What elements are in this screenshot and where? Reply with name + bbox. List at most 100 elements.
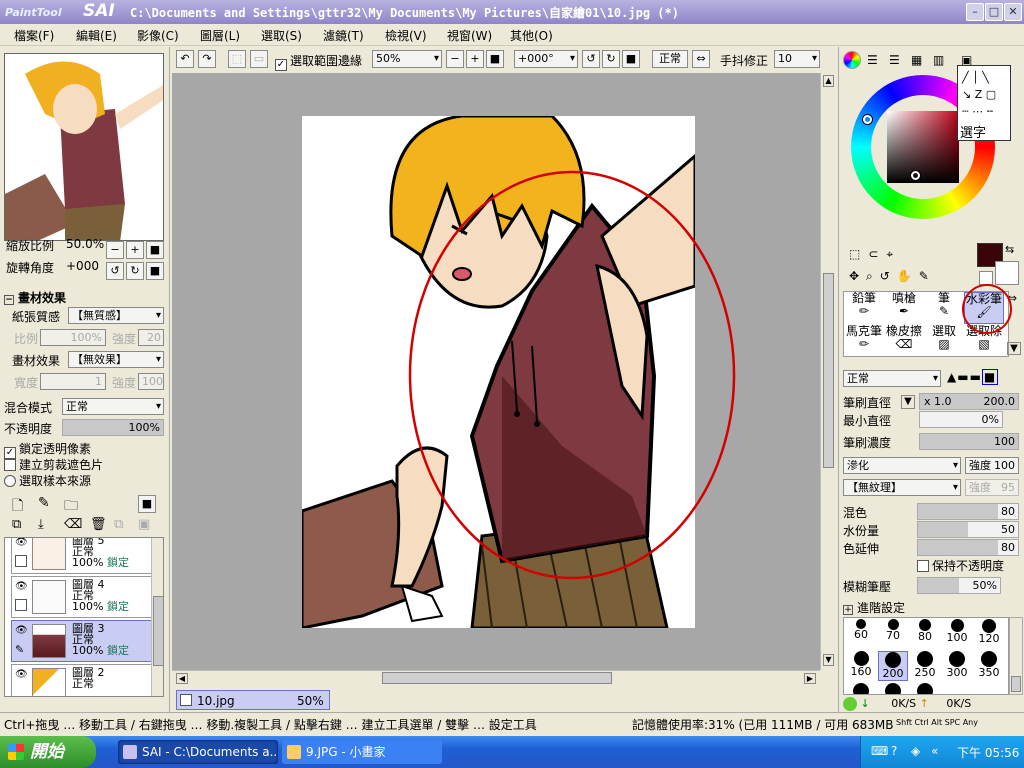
clear-layer-icon[interactable]: ⌫ bbox=[64, 517, 82, 532]
maximize-button[interactable]: □ bbox=[985, 3, 1003, 21]
brush-size-preset[interactable]: 200 bbox=[878, 651, 908, 681]
brush-size-preset[interactable]: 60 bbox=[846, 619, 876, 649]
brush-size-preset[interactable]: 160 bbox=[846, 651, 876, 681]
menu-edit[interactable]: 編輯(E) bbox=[76, 27, 117, 44]
brush-size-preset[interactable]: 250 bbox=[910, 651, 940, 681]
effect-strength-field[interactable]: 100 bbox=[138, 373, 164, 390]
new-folder-icon[interactable]: 🗀 bbox=[64, 495, 78, 519]
rotate-reset-button[interactable]: ■ bbox=[622, 50, 640, 68]
navigator-thumbnail[interactable] bbox=[4, 53, 164, 241]
layer-panel-toggle-button[interactable]: ■ bbox=[138, 495, 156, 513]
delete-layer-icon[interactable]: 🗑 bbox=[90, 517, 107, 532]
width-field[interactable]: 1 bbox=[40, 373, 106, 390]
texture-strength-field[interactable]: 強度 95 bbox=[965, 479, 1019, 496]
blur-strength-field[interactable]: 強度 100 bbox=[965, 457, 1019, 474]
zoom-select[interactable]: 50% bbox=[372, 50, 442, 68]
menu-file[interactable]: 檔案(F) bbox=[14, 27, 54, 44]
layer-list-scrollbar[interactable] bbox=[151, 538, 163, 696]
redo-button[interactable]: ↷ bbox=[198, 50, 216, 68]
nav-zoom-in-button[interactable]: + bbox=[126, 241, 144, 259]
nav-zoom-reset-button[interactable]: ■ bbox=[146, 241, 164, 259]
brush-density-slider[interactable]: 100 bbox=[919, 433, 1019, 450]
menu-layer[interactable]: 圖層(L) bbox=[200, 27, 240, 44]
hscroll-left-arrow-icon[interactable]: ◀ bbox=[176, 673, 188, 684]
layer4-visibility-eye-icon[interactable]: 👁 bbox=[15, 581, 28, 592]
minimize-button[interactable]: – bbox=[966, 3, 984, 21]
tray-expand-icon[interactable]: « bbox=[931, 744, 938, 758]
rgb-slider-tab-icon[interactable]: ☰ bbox=[867, 53, 878, 67]
tool-pencil[interactable]: 鉛筆 ✏ bbox=[844, 292, 884, 324]
brush-size-preset[interactable] bbox=[846, 683, 876, 694]
opacity-slider[interactable]: 100% bbox=[62, 419, 164, 436]
merge-down-icon[interactable]: ⤓ bbox=[38, 517, 44, 532]
vscroll-thumb[interactable] bbox=[823, 273, 834, 468]
view-blend-mode[interactable]: 正常 bbox=[652, 50, 688, 68]
layer-row-4[interactable]: 👁 圖層 4 正常 100% 鎖定 bbox=[11, 576, 153, 618]
brush-presets-scroll-thumb[interactable] bbox=[1011, 676, 1021, 692]
rotate-left-button[interactable]: ↺ bbox=[582, 50, 600, 68]
menu-filter[interactable]: 濾鏡(T) bbox=[323, 27, 364, 44]
deselect-button[interactable]: ⬚ bbox=[228, 50, 246, 68]
hsv-slider-tab-icon[interactable]: ☰ bbox=[889, 53, 900, 67]
flip-view-button[interactable]: ⇔ bbox=[692, 50, 710, 68]
close-button[interactable]: ✕ bbox=[1004, 3, 1022, 21]
nav-rotate-left-button[interactable]: ↺ bbox=[106, 262, 124, 280]
brush-texture-select[interactable]: 【無紋理】 bbox=[843, 479, 961, 496]
layer-property-icon[interactable]: ▣ bbox=[138, 517, 150, 532]
task-sai[interactable]: SAI - C:\Documents a... bbox=[118, 740, 278, 764]
brush-shape-icons[interactable]: ▲▬▬ ■ bbox=[947, 369, 999, 385]
layer2-visibility-eye-icon[interactable]: 👁 bbox=[15, 669, 28, 680]
brush-blend-select[interactable]: 正常 bbox=[843, 370, 941, 387]
blending-slider[interactable]: 80 bbox=[917, 503, 1019, 520]
document-tab[interactable]: 10.jpg 50% bbox=[176, 690, 330, 710]
keep-opacity-checkbox[interactable] bbox=[917, 560, 929, 572]
paper-texture-select[interactable]: 【無質感】 bbox=[68, 307, 164, 324]
saturation-value-square[interactable] bbox=[887, 111, 959, 183]
brush-size-preset[interactable]: 300 bbox=[942, 651, 972, 681]
layer3-brush-icon[interactable]: ✎ bbox=[15, 643, 24, 656]
layer-row-3[interactable]: 👁 ✎ 圖層 3 正常 100% 鎖定 bbox=[11, 620, 153, 662]
layer-row-5[interactable]: 👁 圖層 5 正常 100% 鎖定 bbox=[11, 538, 153, 574]
nav-rotate-reset-button[interactable]: ■ bbox=[146, 262, 164, 280]
sample-source-toggle[interactable]: 選取樣本來源 bbox=[4, 472, 91, 489]
layer-blend-select[interactable]: 正常 bbox=[62, 398, 164, 415]
scratchpad-tab-icon[interactable]: ▥ bbox=[933, 53, 944, 67]
hscroll-right-arrow-icon[interactable]: ▶ bbox=[804, 673, 816, 684]
tool-pen[interactable]: 筆 ✎ bbox=[924, 292, 964, 324]
brush-size-preset[interactable]: 350 bbox=[974, 651, 1004, 681]
ratio-field[interactable]: 100% bbox=[40, 329, 106, 346]
layer3-visibility-eye-icon[interactable]: 👁 bbox=[15, 625, 28, 636]
persistence-slider[interactable]: 80 bbox=[917, 539, 1019, 556]
undo-button[interactable]: ↶ bbox=[176, 50, 194, 68]
sample-source-radio[interactable] bbox=[4, 475, 16, 487]
layer-row-2[interactable]: 👁 圖層 2 正常 bbox=[11, 664, 153, 696]
vscroll-up-arrow-icon[interactable]: ▲ bbox=[823, 75, 834, 87]
swap-colors-icon[interactable]: ⇆ bbox=[1005, 243, 1014, 256]
view-tools-row[interactable]: ✥⌕↺✋✎ bbox=[849, 269, 936, 284]
tool-select[interactable]: 選取 ▨ bbox=[924, 325, 964, 357]
color-wheel-tab-icon[interactable] bbox=[843, 51, 861, 69]
menu-view[interactable]: 檢視(V) bbox=[385, 27, 427, 44]
selection-edge-toggle[interactable]: ✓ 選取範圍邊緣 bbox=[275, 52, 362, 71]
brush-size-preset[interactable]: 100 bbox=[942, 619, 972, 649]
nav-rotate-right-button[interactable]: ↻ bbox=[126, 262, 144, 280]
layer5-visibility-eye-icon[interactable]: 👁 bbox=[15, 538, 28, 548]
blur-mode-select[interactable]: 滲化 bbox=[843, 457, 961, 474]
invert-selection-button[interactable]: ▭ bbox=[250, 50, 268, 68]
brush-size-preset[interactable]: 120 bbox=[974, 619, 1004, 649]
menu-select[interactable]: 選取(S) bbox=[261, 27, 302, 44]
brush-size-preset[interactable]: 80 bbox=[910, 619, 940, 649]
blur-pressure-slider[interactable]: 50% bbox=[917, 577, 1001, 594]
keep-opacity-toggle[interactable]: 保持不透明度 bbox=[917, 557, 1004, 574]
network-globe-icon[interactable] bbox=[843, 697, 857, 711]
rotate-right-button[interactable]: ↻ bbox=[602, 50, 620, 68]
select-text-label[interactable]: 選字 bbox=[960, 122, 986, 141]
copy-layer-icon[interactable]: ⧉ bbox=[12, 517, 21, 532]
swatches-tab-icon[interactable]: ▦ bbox=[911, 53, 922, 67]
clipping-toggle[interactable]: 建立剪裁遮色片 bbox=[4, 456, 103, 473]
selection-tools-row[interactable]: ⬚⊂⌖ bbox=[849, 247, 901, 262]
tool-eraser[interactable]: 橡皮擦 ⌫ bbox=[884, 325, 924, 357]
zoom-in-button[interactable]: + bbox=[466, 50, 484, 68]
nav-zoom-out-button[interactable]: − bbox=[106, 241, 124, 259]
stabilizer-select[interactable]: 10 bbox=[774, 50, 820, 68]
